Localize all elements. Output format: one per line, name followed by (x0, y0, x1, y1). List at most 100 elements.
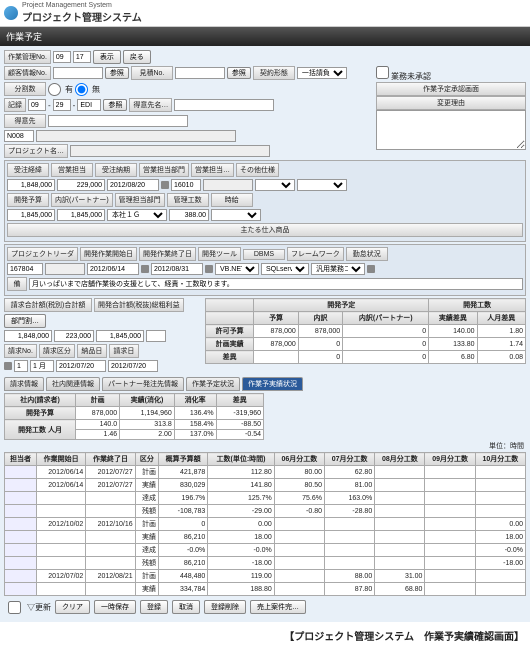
cal3-icon[interactable] (205, 265, 213, 273)
label-keiyaku: 契約形態 (253, 66, 295, 80)
label-custno: 顧客情報No. (4, 66, 51, 80)
back-button[interactable]: 戻る (123, 50, 151, 64)
dstart[interactable] (87, 263, 139, 275)
kintai-icon[interactable] (367, 265, 375, 273)
calendar-icon[interactable] (161, 181, 169, 189)
label-approvescreen: 作業予定承認画面 (376, 82, 526, 96)
tab-3[interactable]: パートナー発注先情報 (102, 377, 184, 391)
tmpsave-button[interactable]: 一時保存 (94, 600, 136, 614)
dend[interactable] (151, 263, 203, 275)
tab-1[interactable]: 請求情報 (4, 377, 44, 391)
dev-group: プロジェクトリーダ 開発作業開始日 開発作業終了日 開発ツール DBMS フレー… (4, 244, 526, 296)
chevron-left-icon[interactable] (4, 362, 12, 370)
l-shutai: 主たる仕入商品 (7, 223, 523, 237)
title-bar: 作業予定 (0, 27, 530, 46)
l-sonota: その他仕様 (236, 163, 279, 177)
ebu[interactable] (171, 179, 201, 191)
l-eigyoso: 営業担当… (191, 163, 234, 177)
sbi2[interactable] (108, 360, 158, 372)
tab-4[interactable]: 作業予定状況 (186, 377, 240, 391)
has-radio[interactable] (48, 83, 61, 96)
l-devstart: 開発作業開始日 (80, 247, 137, 261)
kyo[interactable] (7, 209, 55, 221)
l-sno: 請求No. (4, 344, 37, 358)
sno[interactable] (14, 360, 28, 372)
kantan[interactable]: 本社１Ｇ (107, 209, 167, 221)
reg-button[interactable]: 登録 (140, 600, 168, 614)
custno-input[interactable] (53, 67, 103, 79)
tab-2[interactable]: 社内関連情報 (46, 377, 100, 391)
l-kantan: 管理担当部門 (115, 193, 165, 207)
kankou[interactable] (169, 209, 209, 221)
fw[interactable]: 汎用業務コア (311, 263, 365, 275)
delreg-button[interactable]: 登録削除 (204, 600, 246, 614)
reqcomp-button[interactable]: 売上案件完… (250, 600, 306, 614)
cancel-button[interactable]: 取消 (172, 600, 200, 614)
table-row: 2012/06/142012/07/27計画421,878112.8080.00… (5, 466, 526, 479)
sonota[interactable] (297, 179, 347, 191)
clear-button[interactable]: クリア (55, 600, 90, 614)
l-kintai: 勤怠状況 (346, 247, 388, 261)
l-sbi2: 請求日 (109, 344, 139, 358)
custshort-input[interactable] (174, 99, 274, 111)
estno-input[interactable] (175, 67, 225, 79)
job2[interactable] (53, 99, 71, 111)
l-jucyu: 受注納期 (95, 163, 137, 177)
noki2[interactable] (56, 360, 106, 372)
workmgr-2[interactable] (73, 51, 91, 63)
reason-text[interactable] (376, 110, 526, 150)
etan[interactable] (57, 179, 105, 191)
app-header: Project Management System プロジェクト管理システム (0, 0, 530, 27)
table-row: 達成196.7%125.7%75.6%163.0% (5, 492, 526, 505)
unapproved-label: 業務未承認 (391, 72, 431, 81)
custfull (36, 130, 236, 142)
header-jp: プロジェクト管理システム (22, 9, 142, 24)
eso[interactable] (255, 179, 295, 191)
tab-5[interactable]: 作業予実績状況 (242, 377, 303, 391)
g1 (4, 330, 52, 342)
leader[interactable] (7, 263, 43, 275)
nai[interactable] (57, 209, 105, 221)
g4 (146, 330, 166, 342)
rcv[interactable] (7, 179, 55, 191)
table-row: 2012/10/022012/10/16計画00.000.00 (5, 518, 526, 531)
job1[interactable] (28, 99, 46, 111)
job-ref[interactable]: 参照 (103, 99, 127, 111)
main-form: 作業管理No. 表示 戻る 顧客情報No. 参照 見積No. 参照 契約形態 一… (0, 46, 530, 622)
jobname-input (70, 145, 270, 157)
l-sbi: 請求区分 (39, 344, 75, 358)
keiyaku-select[interactable]: 一括請負 (297, 67, 347, 79)
part-button[interactable]: 部門割… (4, 314, 46, 328)
job3[interactable] (77, 99, 101, 111)
jikyu[interactable] (211, 209, 261, 221)
none-radio[interactable] (75, 83, 88, 96)
biko[interactable] (29, 278, 523, 290)
sales-group: 受注経緯 営業担当 受注納期 営業担当部門 営業担当… その他仕様 開発予算 内… (4, 160, 526, 242)
header-en: Project Management System (22, 2, 142, 9)
noki[interactable] (107, 179, 159, 191)
custno-ref[interactable]: 参照 (105, 67, 129, 79)
label-custshort: 得意先名… (129, 98, 172, 112)
label-bunkatsu: 分割数 (4, 82, 46, 96)
dbms[interactable]: SQLserver (261, 263, 309, 275)
cal2-icon[interactable] (141, 265, 149, 273)
summary-table: 社内(請求者)計画実績(消化)消化率差異 開発予算878,0001,194,96… (4, 393, 264, 440)
detail-table: 担当者 作業開始日 作業終了日 区分 概算予算額 工数(単位:時間) 06月分工… (4, 452, 526, 596)
refresh-check[interactable] (8, 601, 21, 614)
dtool[interactable]: VB.NET (215, 263, 259, 275)
label-jobname: プロジェクト名… (4, 144, 68, 158)
label-reason: 変更理由 (376, 96, 526, 110)
unapproved-check[interactable] (376, 66, 389, 79)
table-row: 2012/06/142012/07/27実績830,029141.8080.50… (5, 479, 526, 492)
l-naiyaku: 内訳(パートナー) (51, 193, 113, 207)
estno-ref[interactable]: 参照 (227, 67, 251, 79)
leadern (45, 263, 85, 275)
workmgr-1[interactable] (53, 51, 71, 63)
custcode[interactable] (4, 130, 34, 142)
l-seikyu: 請求合計額(税別)合計額 (4, 298, 92, 312)
show-button[interactable]: 表示 (93, 50, 121, 64)
custname-input[interactable] (48, 115, 188, 127)
sbi[interactable] (30, 360, 54, 372)
l-jikyu: 時給 (211, 193, 253, 207)
logo-icon (4, 6, 18, 20)
